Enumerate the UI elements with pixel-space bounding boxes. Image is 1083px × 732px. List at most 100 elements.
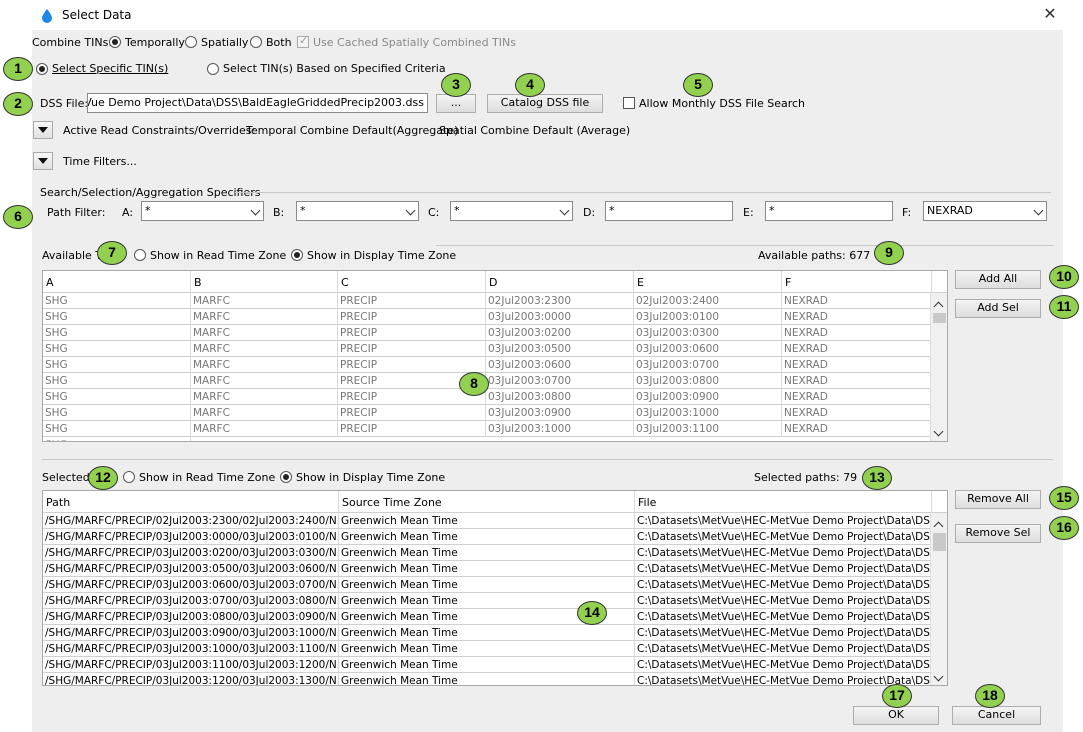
close-icon[interactable]: ✕ <box>1040 4 1060 24</box>
column-header-file[interactable]: File <box>635 491 932 513</box>
expand-time-filters-button[interactable] <box>33 152 53 170</box>
table-cell: PRECIP <box>338 325 486 341</box>
table-cell: PRECIP <box>338 341 486 357</box>
monthly-dss-label: Allow Monthly DSS File Search <box>639 97 806 110</box>
table-row[interactable]: /SHG/MARFC/PRECIP/03Jul2003:1200/03Jul20… <box>43 673 947 685</box>
table-row[interactable]: SHG MARFC PRECIP 03Jul2003:0500 03Jul2003:06… <box>43 341 947 357</box>
chevron-down-icon <box>559 205 570 216</box>
monthly-dss-checkbox[interactable] <box>623 97 635 109</box>
chevron-up-icon[interactable] <box>933 521 944 532</box>
table-row[interactable]: SHG MARFC PRECIP 02Jul2003:2300 02Jul2003:24… <box>43 293 947 309</box>
table-cell: MARFC <box>191 293 338 309</box>
table-cell: SHG <box>43 309 191 325</box>
select-criteria-radio[interactable] <box>207 63 219 75</box>
available-read-tz-radio[interactable] <box>134 249 146 261</box>
combine-both-radio[interactable] <box>250 36 262 48</box>
part-e-label: E: <box>743 206 754 219</box>
dss-file-input[interactable]: HEC-MetVue Demo Project\Data\DSS\BaldEag… <box>87 93 428 113</box>
table-cell: NEXRAD <box>782 293 932 309</box>
column-header-a[interactable]: A <box>43 271 191 293</box>
cancel-button[interactable]: Cancel <box>952 706 1041 725</box>
table-row[interactable]: SHG MARFC PRECIP 03Jul2003:0800 03Jul2003:09… <box>43 389 947 405</box>
available-display-tz-radio[interactable] <box>291 249 303 261</box>
selected-display-tz-radio[interactable] <box>280 471 292 483</box>
column-header-f[interactable]: F <box>782 271 932 293</box>
part-d-input[interactable]: * <box>605 201 733 221</box>
table-cell: NEXRAD <box>782 373 932 389</box>
available-read-tz-label: Show in Read Time Zone <box>150 249 287 262</box>
select-criteria-label: Select TIN(s) Based on Specified Criteri… <box>223 62 446 75</box>
part-f-combo[interactable]: NEXRAD <box>923 201 1047 221</box>
column-header-source-tz[interactable]: Source Time Zone <box>339 491 635 513</box>
part-c-value: * <box>454 204 460 217</box>
table-cell: Greenwich Mean Time <box>339 577 635 593</box>
table-row[interactable]: SHG MARFC PRECIP 03Jul2003:0600 03Jul2003:07… <box>43 357 947 373</box>
callout-12: 12 <box>88 466 118 490</box>
callout-18: 18 <box>975 684 1005 708</box>
callout-7: 7 <box>97 241 127 265</box>
part-a-combo[interactable]: * <box>141 201 264 221</box>
table-row[interactable]: SHG <box>43 437 947 441</box>
remove-all-button[interactable]: Remove All <box>955 490 1041 509</box>
part-c-combo[interactable]: * <box>450 201 573 221</box>
table-cell: 03Jul2003:0800 <box>486 389 634 405</box>
table-cell: SHG <box>43 341 191 357</box>
selected-read-tz-label: Show in Read Time Zone <box>139 471 276 484</box>
table-row[interactable]: SHG MARFC PRECIP 03Jul2003:1000 03Jul2003:11… <box>43 421 947 437</box>
table-cell: SHG <box>43 293 191 309</box>
combine-temporally-radio[interactable] <box>109 36 121 48</box>
part-b-combo[interactable]: * <box>296 201 419 221</box>
select-specific-radio[interactable] <box>36 63 48 75</box>
table-row[interactable]: /SHG/MARFC/PRECIP/03Jul2003:1100/03Jul20… <box>43 657 947 673</box>
table-row[interactable]: SHG MARFC PRECIP 03Jul2003:0900 03Jul2003:10… <box>43 405 947 421</box>
table-row[interactable]: /SHG/MARFC/PRECIP/03Jul2003:0000/03Jul20… <box>43 529 947 545</box>
expand-constraints-button[interactable] <box>33 121 53 139</box>
specifiers-group-label: Search/Selection/Aggregation Specifiers <box>40 186 261 199</box>
chevron-down-icon[interactable] <box>933 426 944 437</box>
table-row[interactable]: /SHG/MARFC/PRECIP/03Jul2003:0200/03Jul20… <box>43 545 947 561</box>
scroll-thumb[interactable] <box>933 533 946 551</box>
table-row[interactable]: /SHG/MARFC/PRECIP/03Jul2003:0900/03Jul20… <box>43 625 947 641</box>
part-e-input[interactable]: * <box>765 201 893 221</box>
add-sel-button[interactable]: Add Sel <box>955 299 1041 318</box>
column-header-d[interactable]: D <box>486 271 634 293</box>
use-cached-checkbox[interactable]: ✓ <box>297 34 309 48</box>
table-cell: /SHG/MARFC/PRECIP/03Jul2003:1200/03Jul20… <box>43 673 339 685</box>
add-all-button[interactable]: Add All <box>955 270 1041 289</box>
combine-tins-label: Combine TINs: <box>32 36 113 49</box>
table-cell: PRECIP <box>338 421 486 437</box>
table-row[interactable]: /SHG/MARFC/PRECIP/03Jul2003:1000/03Jul20… <box>43 641 947 657</box>
table-cell: NEXRAD <box>782 421 932 437</box>
table-cell: MARFC <box>191 341 338 357</box>
available-scrollbar[interactable] <box>930 293 947 441</box>
table-row[interactable]: /SHG/MARFC/PRECIP/03Jul2003:0800/03Jul20… <box>43 609 947 625</box>
callout-2: 2 <box>3 92 33 116</box>
remove-sel-button[interactable]: Remove Sel <box>955 524 1041 543</box>
table-row[interactable]: /SHG/MARFC/PRECIP/02Jul2003:2300/02Jul20… <box>43 513 947 529</box>
callout-6: 6 <box>3 205 33 229</box>
callout-8: 8 <box>459 372 489 396</box>
available-table-header: A B C D E F <box>43 271 947 293</box>
chevron-down-icon[interactable] <box>933 671 944 682</box>
table-row[interactable]: /SHG/MARFC/PRECIP/03Jul2003:0500/03Jul20… <box>43 561 947 577</box>
column-header-path[interactable]: Path <box>43 491 339 513</box>
column-header-e[interactable]: E <box>634 271 782 293</box>
table-row[interactable]: /SHG/MARFC/PRECIP/03Jul2003:0600/03Jul20… <box>43 577 947 593</box>
ok-button[interactable]: OK <box>853 706 939 725</box>
table-cell: 03Jul2003:0700 <box>634 357 782 373</box>
combine-spatially-radio[interactable] <box>185 36 197 48</box>
chevron-up-icon[interactable] <box>933 301 944 312</box>
catalog-dss-button[interactable]: Catalog DSS file <box>487 94 603 113</box>
table-row[interactable]: SHG MARFC PRECIP 03Jul2003:0000 03Jul2003:01… <box>43 309 947 325</box>
table-row[interactable]: SHG MARFC PRECIP 03Jul2003:0700 03Jul2003:08… <box>43 373 947 389</box>
column-header-b[interactable]: B <box>191 271 338 293</box>
selected-scrollbar[interactable] <box>930 513 947 685</box>
select-specific-label: Select Specific TIN(s) <box>52 62 169 75</box>
table-cell: MARFC <box>191 421 338 437</box>
column-header-c[interactable]: C <box>338 271 486 293</box>
table-cell: Greenwich Mean Time <box>339 529 635 545</box>
selected-read-tz-radio[interactable] <box>123 471 135 483</box>
table-row[interactable]: /SHG/MARFC/PRECIP/03Jul2003:0700/03Jul20… <box>43 593 947 609</box>
scroll-thumb[interactable] <box>933 313 946 323</box>
table-row[interactable]: SHG MARFC PRECIP 03Jul2003:0200 03Jul2003:03… <box>43 325 947 341</box>
